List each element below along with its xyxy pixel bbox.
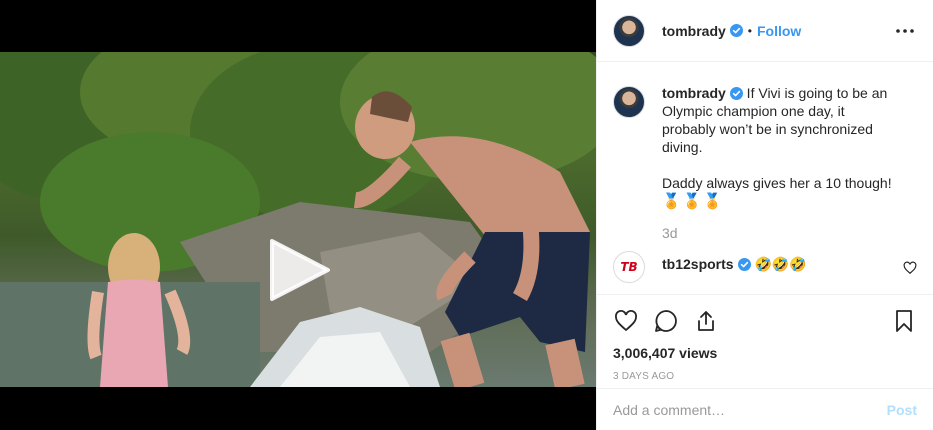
header-separator: • [747, 23, 752, 38]
verified-badge-icon [729, 87, 743, 100]
post-timestamp[interactable]: 3 DAYS AGO [613, 371, 917, 382]
comment-text: 🤣🤣🤣 [750, 256, 807, 272]
add-comment-input[interactable] [613, 401, 887, 418]
caption-username[interactable]: tombrady [662, 85, 726, 101]
caption-emoji: 🏅🏅🏅 [662, 193, 725, 210]
caption-time[interactable]: 3d [662, 225, 917, 241]
post-side-panel: tombrady • Follow tombrady If Vivi is go… [596, 0, 933, 430]
play-icon[interactable] [266, 237, 332, 303]
heart-icon[interactable] [613, 308, 639, 334]
view-count[interactable]: 3,006,407 views [613, 345, 917, 361]
add-comment-bar: Post [597, 388, 933, 430]
follow-button[interactable]: Follow [757, 23, 801, 39]
commenter-avatar[interactable]: TB [613, 251, 645, 283]
comment-icon[interactable] [653, 308, 679, 334]
author-avatar[interactable] [613, 14, 645, 47]
caption-body: tombrady If Vivi is going to be an Olymp… [662, 84, 902, 211]
comment-body: tb12sports 🤣🤣🤣 [662, 255, 807, 273]
verified-badge-icon [737, 258, 751, 271]
more-options-icon[interactable] [893, 19, 917, 43]
comments-section: tombrady If Vivi is going to be an Olymp… [597, 62, 933, 294]
caption: tombrady If Vivi is going to be an Olymp… [613, 84, 917, 211]
video-player[interactable] [0, 52, 596, 387]
comment-item: TB tb12sports 🤣🤣🤣 [613, 251, 917, 283]
caption-avatar[interactable] [613, 86, 645, 118]
verified-badge-icon [729, 24, 743, 37]
share-icon[interactable] [693, 308, 719, 334]
video-frame [0, 52, 596, 387]
comment-like-heart-icon[interactable] [903, 261, 917, 275]
author-username[interactable]: tombrady [662, 23, 726, 39]
media-area [0, 0, 596, 430]
post-header: tombrady • Follow [597, 0, 933, 62]
post-comment-button[interactable]: Post [887, 402, 917, 418]
action-bar [613, 307, 917, 335]
post-actions: 3,006,407 views 3 DAYS AGO [597, 294, 933, 382]
commenter-username[interactable]: tb12sports [662, 256, 734, 272]
bookmark-icon[interactable] [891, 308, 917, 334]
